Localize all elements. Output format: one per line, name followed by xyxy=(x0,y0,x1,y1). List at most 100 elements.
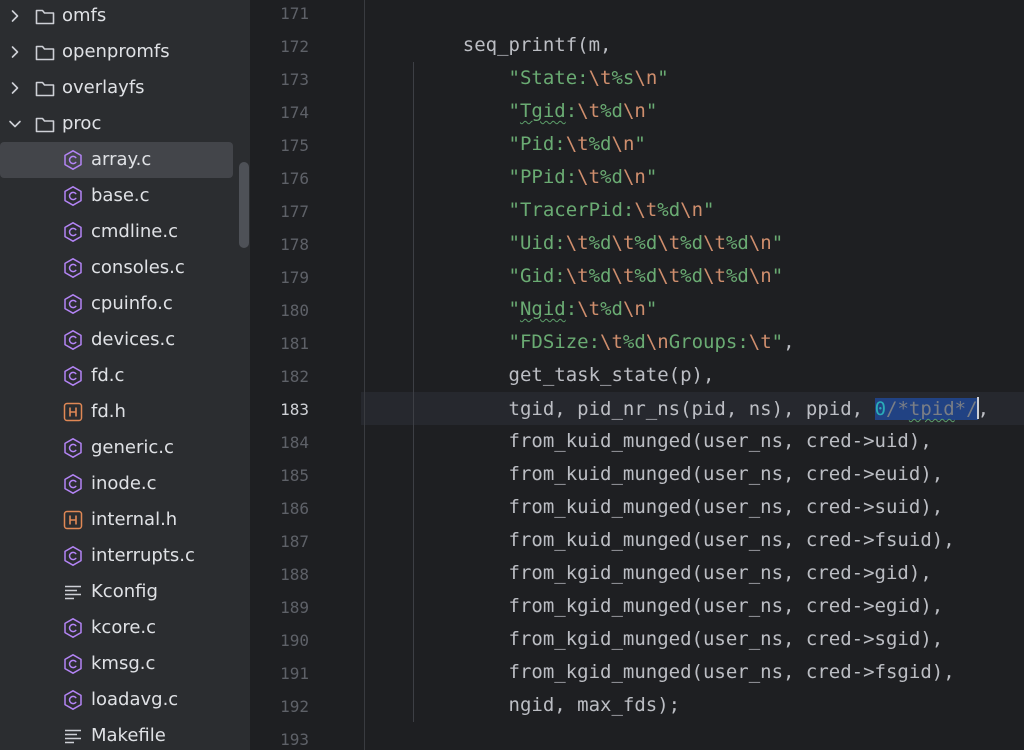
tree-item-kmsg-c[interactable]: kmsg.c xyxy=(0,646,250,682)
chevron-right-icon[interactable] xyxy=(6,79,24,97)
chevron-right-icon[interactable] xyxy=(6,43,24,61)
folder-icon xyxy=(35,81,55,97)
code-token: " xyxy=(771,331,784,353)
tree-item-label: loadavg.c xyxy=(91,689,179,710)
line-number: 191 xyxy=(280,664,309,683)
code-token: from_kuid_munged(user_ns, cred->fsuid), xyxy=(417,529,955,551)
folder-icon xyxy=(35,45,55,61)
tree-item-fd-h[interactable]: fd.h xyxy=(0,394,250,430)
line-number-gutter: 171 172 173 174 175 176 177 178 179 180 181 182 183 1… xyxy=(251,0,361,750)
tree-item-label: fd.c xyxy=(91,365,125,386)
code-line[interactable]: "State:\t%s\n" xyxy=(417,67,669,89)
code-token: "Gid: xyxy=(508,265,566,287)
code-token: \t xyxy=(634,199,658,221)
code-token: from_kuid_munged(user_ns, cred->uid), xyxy=(417,430,932,452)
chevron-down-icon[interactable] xyxy=(6,115,24,133)
code-token: 0 xyxy=(874,398,887,420)
code-line[interactable]: "Tgid:\t%d\n" xyxy=(417,100,658,122)
project-tree: omfs openpromfs overlayfs proc array.c base.c… xyxy=(0,0,250,750)
code-line[interactable]: seq_printf(m, xyxy=(417,34,612,56)
code-token: get_task_state(p), xyxy=(417,364,715,386)
tree-item-loadavg-c[interactable]: loadavg.c xyxy=(0,682,250,718)
tree-item-kconfig[interactable]: Kconfig xyxy=(0,574,250,610)
code-token: " xyxy=(634,133,646,155)
tree-item-label: kmsg.c xyxy=(91,653,156,674)
chevron-right-icon[interactable] xyxy=(6,7,24,25)
tree-item-label: omfs xyxy=(62,5,107,26)
tree-item-fd-c[interactable]: fd.c xyxy=(0,358,250,394)
code-editor[interactable]: 171 172 173 174 175 176 177 178 179 180 181 182 183 1… xyxy=(251,0,1024,750)
code-line[interactable]: "TracerPid:\t%d\n" xyxy=(417,199,715,221)
code-token: Tgid xyxy=(519,100,566,122)
tree-item-internal-h[interactable]: internal.h xyxy=(0,502,250,538)
project-tree-scrollbar[interactable] xyxy=(239,162,249,248)
line-number: 189 xyxy=(280,598,309,617)
line-number: 181 xyxy=(280,334,309,353)
code-token: \n xyxy=(680,199,704,221)
tree-item-makefile[interactable]: Makefile xyxy=(0,718,250,750)
code-token: %d xyxy=(600,100,623,122)
code-line[interactable]: get_task_state(p), xyxy=(417,364,715,386)
code-line[interactable]: from_kgid_munged(user_ns, cred->egid), xyxy=(417,595,944,617)
code-token: ngid, max_fds); xyxy=(417,694,681,716)
code-line[interactable]: "Ngid:\t%d\n" xyxy=(417,298,658,320)
tree-item-label: generic.c xyxy=(91,437,174,458)
tree-item-proc[interactable]: proc xyxy=(0,106,250,142)
code-token: \t xyxy=(577,166,601,188)
tree-item-base-c[interactable]: base.c xyxy=(0,178,250,214)
code-line[interactable]: from_kgid_munged(user_ns, cred->sgid), xyxy=(417,628,944,650)
line-number: 182 xyxy=(280,367,309,386)
code-line[interactable]: "FDSize:\t%d\nGroups:\t", xyxy=(417,331,795,353)
c-file-icon xyxy=(64,546,82,566)
code-token: "Pid: xyxy=(508,133,566,155)
code-line[interactable]: "Pid:\t%d\n" xyxy=(417,133,646,155)
line-number: 176 xyxy=(280,169,309,188)
code-line[interactable]: "Uid:\t%d\t%d\t%d\t%d\n" xyxy=(417,232,784,254)
code-token: \t xyxy=(565,265,589,287)
tree-item-generic-c[interactable]: generic.c xyxy=(0,430,250,466)
tree-item-consoles-c[interactable]: consoles.c xyxy=(0,250,250,286)
code-token: %d xyxy=(622,331,646,353)
tree-item-array-c[interactable]: array.c xyxy=(0,142,250,178)
code-line[interactable]: from_kuid_munged(user_ns, cred->euid), xyxy=(417,463,944,485)
code-line[interactable]: from_kgid_munged(user_ns, cred->fsgid), xyxy=(417,661,955,683)
code-line[interactable]: ngid, max_fds); xyxy=(417,694,681,716)
line-number: 187 xyxy=(280,532,309,551)
tree-item-devices-c[interactable]: devices.c xyxy=(0,322,250,358)
code-token: : xyxy=(565,298,578,320)
code-token: \t xyxy=(565,232,589,254)
tree-item-interrupts-c[interactable]: interrupts.c xyxy=(0,538,250,574)
code-token: \t xyxy=(565,133,589,155)
line-number: 188 xyxy=(280,565,309,584)
tree-item-overlayfs[interactable]: overlayfs xyxy=(0,70,250,106)
line-number: 178 xyxy=(280,235,309,254)
c-file-icon xyxy=(64,150,82,170)
code-line[interactable]: from_kuid_munged(user_ns, cred->uid), xyxy=(417,430,932,452)
code-token: " xyxy=(508,100,520,122)
c-file-icon xyxy=(64,222,82,242)
code-line[interactable]: from_kgid_munged(user_ns, cred->gid), xyxy=(417,562,932,584)
code-line[interactable]: "PPid:\t%d\n" xyxy=(417,166,658,188)
code-token: from_kgid_munged(user_ns, cred->gid), xyxy=(417,562,932,584)
tree-item-omfs[interactable]: omfs xyxy=(0,0,250,34)
code-token: tpid xyxy=(908,398,955,420)
line-number: 190 xyxy=(280,631,309,650)
code-token: "FDSize: xyxy=(508,331,601,353)
code-line[interactable]: from_kuid_munged(user_ns, cred->suid), xyxy=(417,496,944,518)
tree-item-cmdline-c[interactable]: cmdline.c xyxy=(0,214,250,250)
text-file-icon xyxy=(65,729,81,744)
tree-item-openpromfs[interactable]: openpromfs xyxy=(0,34,250,70)
tree-item-inode-c[interactable]: inode.c xyxy=(0,466,250,502)
code-line[interactable]: "Gid:\t%d\t%d\t%d\t%d\n" xyxy=(417,265,784,287)
tree-item-kcore-c[interactable]: kcore.c xyxy=(0,610,250,646)
tree-item-cpuinfo-c[interactable]: cpuinfo.c xyxy=(0,286,250,322)
code-token: " xyxy=(771,232,784,254)
text-file-icon xyxy=(65,585,81,600)
code-line[interactable]: from_kuid_munged(user_ns, cred->fsuid), xyxy=(417,529,955,551)
line-number: 193 xyxy=(280,730,309,749)
c-file-icon xyxy=(64,330,82,350)
code-line[interactable]: tgid, pid_nr_ns(pid, ns), ppid, 0/*tpid*… xyxy=(417,397,989,420)
code-token: from_kuid_munged(user_ns, cred->suid), xyxy=(417,496,944,518)
